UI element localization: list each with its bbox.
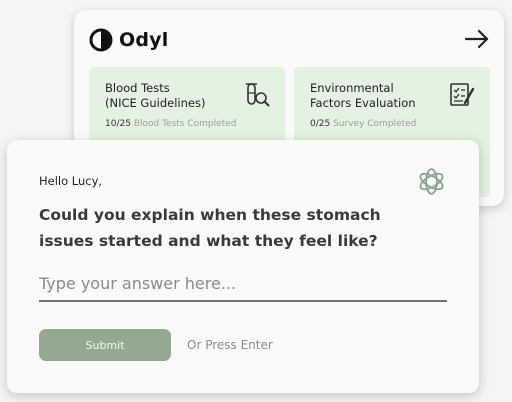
progress-count: 0/25 xyxy=(310,119,331,129)
enter-hint: Or Press Enter xyxy=(187,338,273,352)
checklist-pencil-icon xyxy=(450,83,475,106)
brand-logo: Odyl xyxy=(89,28,168,52)
task-progress: 10/25 Blood Tests Completed xyxy=(105,119,236,129)
task-title: Environmental Factors Evaluation xyxy=(310,81,416,110)
answer-input[interactable] xyxy=(39,270,447,302)
submit-button[interactable]: Submit xyxy=(39,329,171,361)
progress-count: 10/25 xyxy=(105,119,131,129)
test-tube-magnifier-icon xyxy=(245,83,270,107)
chat-card: Hello Lucy, Could you explain when these… xyxy=(7,140,479,393)
question-text: Could you explain when these stomach iss… xyxy=(39,206,381,250)
arrow-right-icon[interactable] xyxy=(464,29,490,49)
progress-label: Blood Tests Completed xyxy=(133,119,237,129)
progress-label: Survey Completed xyxy=(333,119,417,129)
odyl-logo-icon xyxy=(89,28,113,52)
task-progress: 0/25 Survey Completed xyxy=(310,119,416,129)
task-title: Blood Tests (NICE Guidelines) xyxy=(105,81,206,110)
greeting: Hello Lucy, xyxy=(39,174,103,188)
brand-name: Odyl xyxy=(119,29,169,51)
openai-logo-icon xyxy=(419,168,444,195)
